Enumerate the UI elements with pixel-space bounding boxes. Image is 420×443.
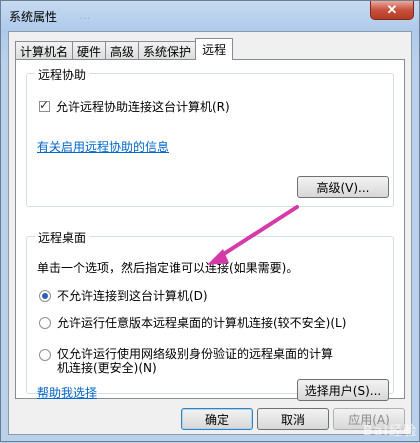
radio-nla-label-line1: 仅允许运行使用网络级别身份验证的远程桌面的计算 <box>57 347 334 361</box>
radio-any-version-label: 允许运行任意版本远程桌面的计算机连接(较不安全)(L) <box>57 316 347 330</box>
tab-system-protection[interactable]: 系统保护 <box>138 41 197 60</box>
radio-row-nla[interactable]: 仅允许运行使用网络级别身份验证的远程桌面的计算 机连接(更安全)(N) <box>39 347 333 375</box>
dialog-client-area: 计算机名 硬件 高级 系统保护 远程 远程协助 ✓ 允许远程协助连接这台计算机(… <box>8 31 412 435</box>
remote-tab-panel: 远程协助 ✓ 允许远程协助连接这台计算机(R) 有关启用远程协助的信息 高级(V… <box>15 59 405 401</box>
close-button[interactable]: ✕ <box>370 1 414 20</box>
radio-nla[interactable] <box>39 349 51 361</box>
allow-remote-assistance-label: 允许远程协助连接这台计算机(R) <box>56 100 230 114</box>
allow-remote-assistance-row[interactable]: ✓ 允许远程协助连接这台计算机(R) <box>39 98 230 115</box>
tab-remote[interactable]: 远程 <box>195 38 234 60</box>
tab-hardware[interactable]: 硬件 <box>72 41 107 60</box>
advanced-button[interactable]: 高级(V)... <box>297 176 389 198</box>
system-properties-window: 系统属性 ... ✕ 计算机名 硬件 高级 系统保护 远程 远程协助 ✓ 允许远… <box>0 0 420 442</box>
watermark: Bai经验 <box>362 424 417 439</box>
select-users-button[interactable]: 选择用户(S)... <box>297 379 389 401</box>
tab-strip: 计算机名 硬件 高级 系统保护 远程 <box>15 38 234 60</box>
checkmark-icon: ✓ <box>39 98 50 112</box>
tab-advanced[interactable]: 高级 <box>105 41 140 60</box>
background-window-title: ... <box>79 8 91 22</box>
radio-any-version[interactable] <box>39 316 51 329</box>
close-icon: ✕ <box>386 2 398 17</box>
remote-assistance-group: 远程协助 ✓ 允许远程协助连接这台计算机(R) 有关启用远程协助的信息 高级(V… <box>26 66 394 207</box>
ok-button[interactable]: 确定 <box>181 408 253 430</box>
radio-row-disallow[interactable]: 不允许连接到这台计算机(D) <box>39 287 208 304</box>
radio-nla-label-line2: 机连接(更安全)(N) <box>57 361 157 375</box>
radio-selected-dot <box>42 292 48 299</box>
cancel-button[interactable]: 取消 <box>257 408 329 430</box>
radio-disallow-label: 不允许连接到这台计算机(D) <box>57 289 208 303</box>
radio-disallow[interactable] <box>39 289 51 302</box>
window-title: 系统属性 <box>9 10 58 24</box>
allow-remote-assistance-checkbox[interactable]: ✓ <box>39 98 50 112</box>
help-me-choose-link[interactable]: 帮助我选择 <box>37 384 97 401</box>
remote-assistance-label: 远程协助 <box>35 66 90 83</box>
remote-desktop-label: 远程桌面 <box>35 229 90 246</box>
remote-desktop-instruction: 单击一个选项，然后指定谁可以连接(如果需要)。 <box>37 261 299 275</box>
radio-nla-label: 仅允许运行使用网络级别身份验证的远程桌面的计算 机连接(更安全)(N) <box>57 347 333 375</box>
remote-desktop-group: 远程桌面 单击一个选项，然后指定谁可以连接(如果需要)。 不允许连接到这台计算机… <box>26 229 394 401</box>
tab-computer-name[interactable]: 计算机名 <box>15 41 74 60</box>
remote-assistance-info-link[interactable]: 有关启用远程协助的信息 <box>37 138 169 155</box>
radio-row-any-version[interactable]: 允许运行任意版本远程桌面的计算机连接(较不安全)(L) <box>39 314 346 331</box>
